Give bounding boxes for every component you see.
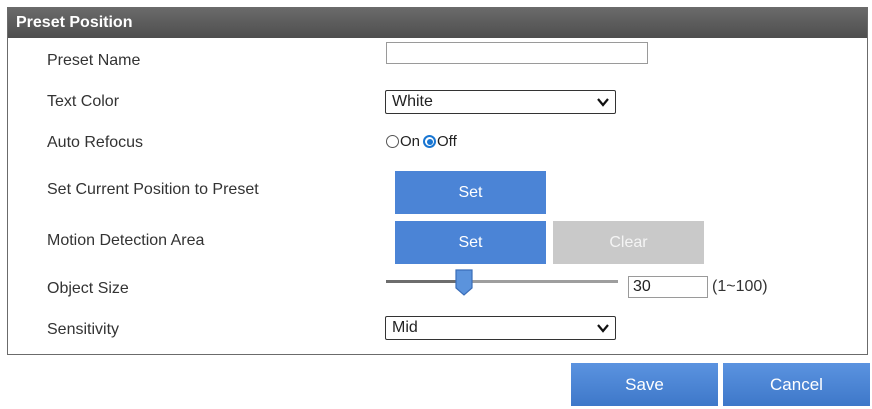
object-size-range-label: (1~100) (712, 278, 768, 295)
sensitivity-value: Mid (392, 319, 418, 336)
sensitivity-select[interactable]: Mid (385, 316, 616, 340)
motion-area-clear-button[interactable]: Clear (553, 221, 704, 264)
text-color-value: White (392, 93, 433, 110)
preset-name-input[interactable] (386, 42, 648, 64)
auto-refocus-off-radio[interactable] (423, 135, 437, 148)
motion-area-set-button[interactable]: Set (395, 221, 546, 264)
object-size-label: Object Size (47, 280, 129, 297)
chevron-down-icon (597, 98, 609, 107)
text-color-label: Text Color (47, 93, 120, 110)
set-current-position-button[interactable]: Set (395, 171, 546, 214)
chevron-down-icon (597, 324, 609, 333)
object-size-slider-fill (386, 280, 464, 283)
object-size-input[interactable]: 30 (628, 276, 708, 298)
auto-refocus-off-label: Off (437, 133, 457, 150)
auto-refocus-on-label: On (400, 133, 421, 150)
cancel-button[interactable]: Cancel (723, 363, 870, 406)
auto-refocus-radio-group: On Off (386, 133, 457, 150)
text-color-select[interactable]: White (385, 90, 616, 114)
panel-title: Preset Position (8, 8, 867, 38)
auto-refocus-label: Auto Refocus (47, 134, 144, 151)
auto-refocus-on-radio[interactable] (386, 135, 399, 148)
object-size-slider[interactable] (386, 280, 618, 283)
set-current-position-label: Set Current Position to Preset (47, 181, 259, 198)
motion-detection-area-label: Motion Detection Area (47, 232, 205, 249)
preset-name-label: Preset Name (47, 52, 141, 69)
save-button[interactable]: Save (571, 363, 718, 406)
slider-thumb-icon[interactable] (454, 268, 474, 296)
sensitivity-label: Sensitivity (47, 321, 120, 338)
